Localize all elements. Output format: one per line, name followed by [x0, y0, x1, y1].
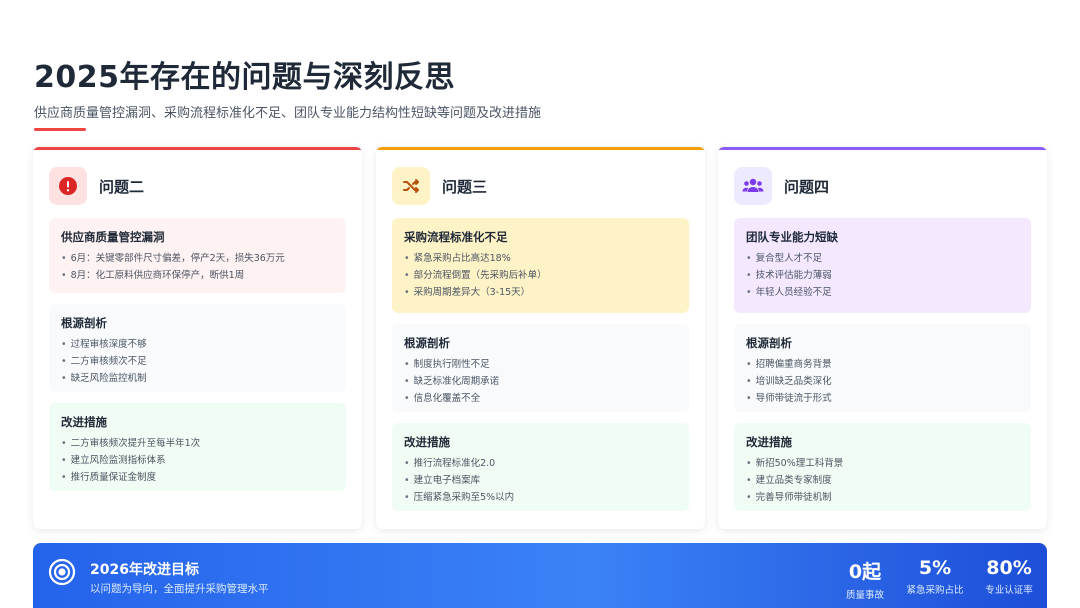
list-item: 复合型人才不足 — [746, 250, 1019, 267]
list-item: 制度执行刚性不足 — [404, 356, 677, 373]
list-item: 二方审核频次不足 — [61, 353, 334, 370]
stat-label: 质量事故 — [845, 590, 884, 601]
list-item: 二方审核频次提升至每半年1次 — [61, 435, 334, 452]
improvement-section: 改进措施 二方审核频次提升至每半年1次 建立风险监测指标体系 推行质量保证金制度 — [49, 403, 346, 491]
list-item: 压缩紧急采购至5%以内 — [404, 489, 677, 506]
improvement-section: 改进措施 推行流程标准化2.0 建立电子档案库 压缩紧急采购至5%以内 — [392, 423, 689, 511]
banner-title: 2026年改进目标 — [90, 562, 199, 578]
list-item: 6月：关键零部件尺寸偏差，停产2天，损失36万元 — [61, 250, 334, 267]
problem-card-4: 问题四 团队专业能力短缺 复合型人才不足 技术评估能力薄弱 年轻人员经验不足 根… — [718, 147, 1047, 529]
card-accent-bar — [33, 147, 362, 150]
problem-card-3: 问题三 采购流程标准化不足 紧急采购占比高达18% 部分流程倒置（先采购后补单）… — [376, 147, 705, 529]
list-item: 紧急采购占比高达18% — [404, 250, 677, 267]
section-title: 根源剖析 — [61, 316, 107, 330]
stat-label: 专业认证率 — [985, 585, 1033, 596]
list-item: 8月：化工原料供应商环保停产，断供1周 — [61, 267, 334, 284]
title-underline — [34, 128, 86, 131]
card-title: 问题三 — [442, 177, 488, 196]
section-title: 采购流程标准化不足 — [404, 230, 508, 244]
card-accent-bar — [718, 147, 1047, 150]
stat-value: 80% — [986, 557, 1032, 579]
section-title: 根源剖析 — [746, 336, 792, 350]
stat-label: 紧急采购占比 — [906, 585, 964, 596]
list-item: 采购周期差异大（3-15天） — [404, 284, 677, 301]
section-title: 团队专业能力短缺 — [746, 230, 838, 244]
root-cause-section: 根源剖析 过程审核深度不够 二方审核频次不足 缺乏风险监控机制 — [49, 304, 346, 392]
section-title: 根源剖析 — [404, 336, 450, 350]
list-item: 导师带徒流于形式 — [746, 390, 1019, 407]
stat-urgent-purchase: 5% 紧急采购占比 — [895, 557, 975, 596]
problem-card-2: 问题二 供应商质量管控漏洞 6月：关键零部件尺寸偏差，停产2天，损失36万元 8… — [33, 147, 362, 529]
card-header: 问题二 — [49, 167, 144, 205]
list-item: 建立品类专家制度 — [746, 472, 1019, 489]
section-title: 改进措施 — [746, 435, 792, 449]
list-item: 信息化覆盖不全 — [404, 390, 677, 407]
list-item: 建立电子档案库 — [404, 472, 677, 489]
list-item: 缺乏风险监控机制 — [61, 370, 334, 387]
root-cause-section: 根源剖析 制度执行刚性不足 缺乏标准化周期承诺 信息化覆盖不全 — [392, 324, 689, 412]
list-item: 年轻人员经验不足 — [746, 284, 1019, 301]
shuffle-icon — [392, 167, 430, 205]
stat-value: 0起 — [848, 561, 882, 583]
list-item: 新招50%理工科背景 — [746, 455, 1019, 472]
card-header: 问题三 — [392, 167, 487, 205]
stat-certification-rate: 80% 专业认证率 — [969, 557, 1049, 596]
goals-banner: 2026年改进目标 以问题为导向，全面提升采购管理水平 0起 质量事故 5% 紧… — [33, 543, 1047, 608]
section-title: 改进措施 — [61, 415, 107, 429]
list-item: 推行流程标准化2.0 — [404, 455, 677, 472]
list-item: 部分流程倒置（先采购后补单） — [404, 267, 677, 284]
card-header: 问题四 — [734, 167, 829, 205]
list-item: 技术评估能力薄弱 — [746, 267, 1019, 284]
root-cause-section: 根源剖析 招聘偏重商务背景 培训缺乏品类深化 导师带徒流于形式 — [734, 324, 1031, 412]
card-accent-bar — [376, 147, 705, 150]
page-title: 2025年存在的问题与深刻反思 — [34, 60, 455, 95]
banner-subtitle: 以问题为导向，全面提升采购管理水平 — [90, 583, 269, 595]
list-item: 过程审核深度不够 — [61, 336, 334, 353]
problem-section: 团队专业能力短缺 复合型人才不足 技术评估能力薄弱 年轻人员经验不足 — [734, 218, 1031, 313]
target-icon — [47, 557, 77, 587]
list-item: 招聘偏重商务背景 — [746, 356, 1019, 373]
list-item: 完善导师带徒机制 — [746, 489, 1019, 506]
stat-quality-incidents: 0起 质量事故 — [825, 557, 905, 601]
exclamation-circle-icon — [49, 167, 87, 205]
problem-section: 供应商质量管控漏洞 6月：关键零部件尺寸偏差，停产2天，损失36万元 8月：化工… — [49, 218, 346, 293]
section-title: 改进措施 — [404, 435, 450, 449]
list-item: 建立风险监测指标体系 — [61, 452, 334, 469]
improvement-section: 改进措施 新招50%理工科背景 建立品类专家制度 完善导师带徒机制 — [734, 423, 1031, 511]
stat-value: 5% — [918, 557, 952, 579]
card-title: 问题二 — [99, 177, 145, 196]
page-subtitle: 供应商质量管控漏洞、采购流程标准化不足、团队专业能力结构性短缺等问题及改进措施 — [34, 106, 542, 121]
card-title: 问题四 — [784, 177, 830, 196]
users-icon — [734, 167, 772, 205]
list-item: 缺乏标准化周期承诺 — [404, 373, 677, 390]
list-item: 培训缺乏品类深化 — [746, 373, 1019, 390]
problem-section: 采购流程标准化不足 紧急采购占比高达18% 部分流程倒置（先采购后补单） 采购周… — [392, 218, 689, 313]
section-title: 供应商质量管控漏洞 — [61, 230, 165, 244]
list-item: 推行质量保证金制度 — [61, 469, 334, 486]
